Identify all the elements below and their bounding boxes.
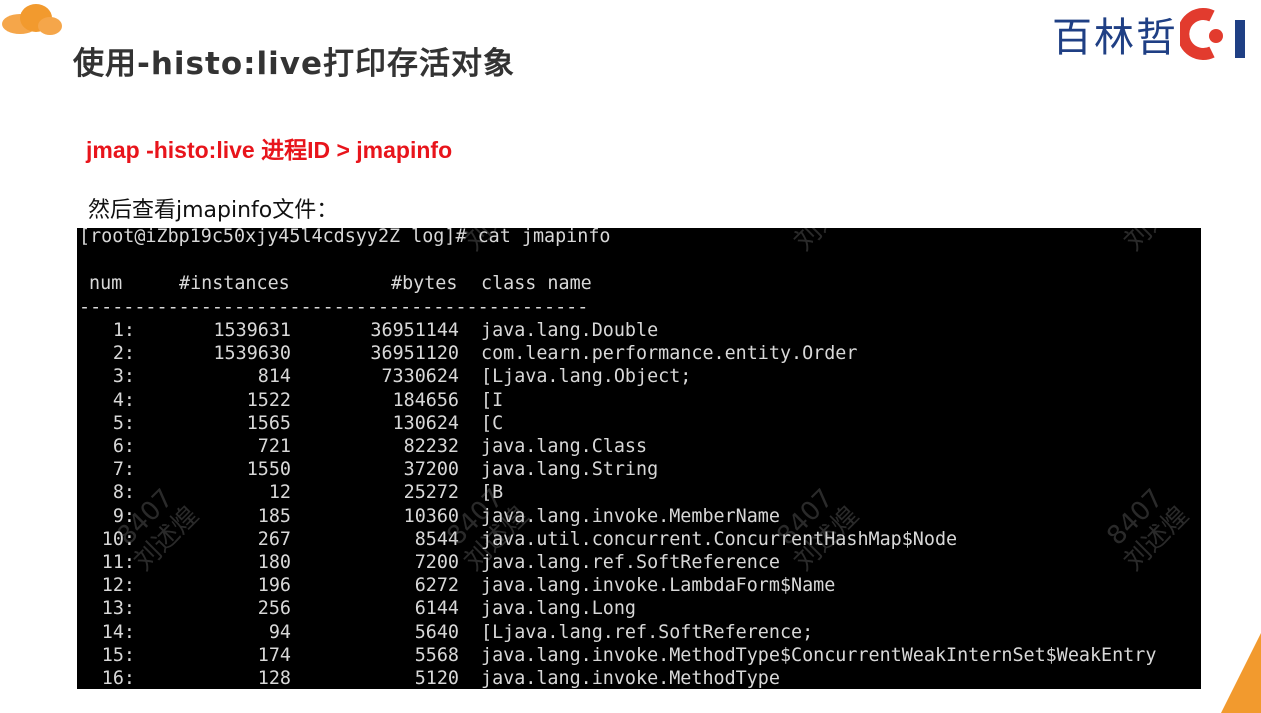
- table-row: 6: 721 82232 java.lang.Class: [77, 435, 1201, 458]
- row-num: 14:: [101, 621, 135, 643]
- corner-accent-icon: [1221, 633, 1261, 713]
- row-class-name: java.lang.Long: [481, 598, 637, 620]
- table-row: 14: 94 5640 [Ljava.lang.ref.SoftReference;: [77, 621, 1201, 644]
- row-bytes: 8544: [414, 528, 459, 550]
- row-num: 6:: [112, 436, 135, 457]
- row-instances: 1550: [246, 459, 291, 481]
- brand-logo-text: 百林哲: [1052, 15, 1178, 61]
- row-bytes: 6272: [414, 575, 459, 597]
- row-instances: 180: [257, 552, 291, 573]
- table-row: 8: 12 25272 [B: [77, 481, 1201, 504]
- table-row: 11: 180 7200 java.lang.ref.SoftReference: [77, 551, 1201, 574]
- table-row: 1: 1539631 36951144 java.lang.Double: [77, 319, 1201, 342]
- row-instances: 721: [257, 436, 291, 457]
- row-class-name: java.util.concurrent.ConcurrentHashMap$N…: [481, 528, 958, 550]
- row-num: 4:: [112, 389, 135, 411]
- row-num: 8:: [112, 482, 135, 504]
- row-class-name: [I: [481, 389, 504, 411]
- row-instances: 814: [257, 366, 291, 388]
- subtitle-text: 然后查看jmapinfo文件：: [88, 198, 339, 223]
- table-row: 5: 1565 130624 [C: [77, 412, 1201, 435]
- table-row: 7: 1550 37200 java.lang.String: [77, 458, 1201, 481]
- row-class-name: [C: [481, 412, 504, 434]
- header-instances: #instances: [179, 273, 290, 294]
- row-num: 15:: [101, 644, 135, 666]
- row-bytes: 5640: [414, 621, 459, 643]
- header-bytes: #bytes: [391, 273, 458, 294]
- row-class-name: [B: [481, 482, 504, 504]
- row-bytes: 7330624: [381, 366, 459, 388]
- row-class-name: java.lang.Double: [481, 320, 659, 341]
- table-row: 3: 814 7330624 [Ljava.lang.Object;: [77, 365, 1201, 388]
- row-instances: 1522: [246, 389, 291, 411]
- header-num: num: [89, 273, 123, 294]
- table-row: 4: 1522 184656 [I: [77, 389, 1201, 412]
- row-instances: 267: [257, 528, 291, 550]
- row-instances: 174: [257, 644, 291, 666]
- row-class-name: java.lang.String: [481, 459, 659, 481]
- row-num: 10:: [101, 528, 135, 550]
- row-instances: 256: [257, 598, 291, 620]
- row-bytes: 184656: [392, 389, 459, 411]
- row-num: 2:: [112, 343, 135, 365]
- row-bytes: 10360: [403, 505, 459, 527]
- terminal-prompt: [root@iZbp19c50xjy45l4cdsyy2Z log]# cat …: [79, 228, 611, 247]
- table-row: 2: 1539630 36951120 com.learn.performance.e…: [77, 342, 1201, 365]
- row-bytes: 6144: [414, 598, 459, 620]
- table-divider: ----------------------------------------…: [79, 297, 589, 318]
- row-class-name: java.lang.invoke.LambdaForm$Name: [481, 575, 836, 597]
- row-num: 7:: [112, 459, 135, 481]
- row-class-name: [Ljava.lang.Object;: [481, 366, 692, 388]
- row-instances: 128: [257, 668, 291, 689]
- row-num: 11:: [101, 552, 135, 573]
- row-instances: 94: [268, 621, 291, 643]
- row-num: 1:: [112, 320, 135, 341]
- terminal-window: [root@iZbp19c50xjy45l4cdsyy2Z log]# cat …: [77, 228, 1201, 689]
- row-instances: 196: [257, 575, 291, 597]
- table-row: 15: 174 5568 java.lang.invoke.MethodType$Co…: [77, 644, 1201, 667]
- row-bytes: 5568: [414, 644, 459, 666]
- slide-title: 使用-histo:live打印存活对象: [73, 46, 516, 82]
- row-class-name: java.lang.invoke.MethodType$ConcurrentWe…: [481, 644, 1157, 666]
- table-row: 10: 267 8544 java.util.concurrent.Concurren…: [77, 528, 1201, 551]
- cloud-logo-icon: [2, 4, 62, 35]
- row-num: 13:: [101, 598, 135, 620]
- row-instances: 1565: [246, 412, 291, 434]
- row-class-name: com.learn.performance.entity.Order: [481, 343, 858, 365]
- brand-logo: 百林哲: [1052, 6, 1250, 62]
- table-header: num #instances #bytes class name: [77, 272, 1201, 295]
- header-class-name: class name: [481, 273, 592, 294]
- row-instances: 1539631: [213, 320, 291, 341]
- row-class-name: java.lang.invoke.MethodType: [481, 668, 780, 689]
- table-row: 12: 196 6272 java.lang.invoke.LambdaForm$Na…: [77, 574, 1201, 597]
- jmap-command-text: jmap -histo:live 进程ID > jmapinfo: [86, 137, 453, 163]
- row-bytes: 36951144: [370, 320, 459, 341]
- brand-mark-icon: [1180, 8, 1245, 60]
- row-instances: 1539630: [213, 343, 291, 365]
- row-bytes: 37200: [403, 459, 459, 481]
- row-bytes: 5120: [414, 668, 459, 689]
- row-num: 16:: [101, 668, 135, 689]
- table-row: 13: 256 6144 java.lang.Long: [77, 597, 1201, 620]
- row-bytes: 36951120: [370, 343, 459, 365]
- row-bytes: 25272: [403, 482, 459, 504]
- row-instances: 12: [268, 482, 291, 504]
- row-bytes: 130624: [392, 412, 459, 434]
- row-num: 3:: [112, 366, 135, 388]
- row-class-name: [Ljava.lang.ref.SoftReference;: [481, 621, 814, 643]
- row-instances: 185: [257, 505, 291, 527]
- row-class-name: java.lang.Class: [481, 436, 648, 457]
- table-row: 9: 185 10360 java.lang.invoke.MemberName: [77, 505, 1201, 528]
- row-class-name: java.lang.invoke.MemberName: [481, 505, 780, 527]
- row-class-name: java.lang.ref.SoftReference: [481, 552, 780, 573]
- row-num: 5:: [112, 412, 135, 434]
- watermark: 8407 刘述煌: [1097, 228, 1194, 257]
- watermark: 8407 刘述煌: [767, 228, 864, 257]
- table-row: 16: 128 5120 java.lang.invoke.MethodType: [77, 667, 1201, 689]
- row-num: 9:: [112, 505, 135, 527]
- row-bytes: 82232: [403, 436, 459, 457]
- row-num: 12:: [101, 575, 135, 597]
- row-bytes: 7200: [414, 552, 459, 573]
